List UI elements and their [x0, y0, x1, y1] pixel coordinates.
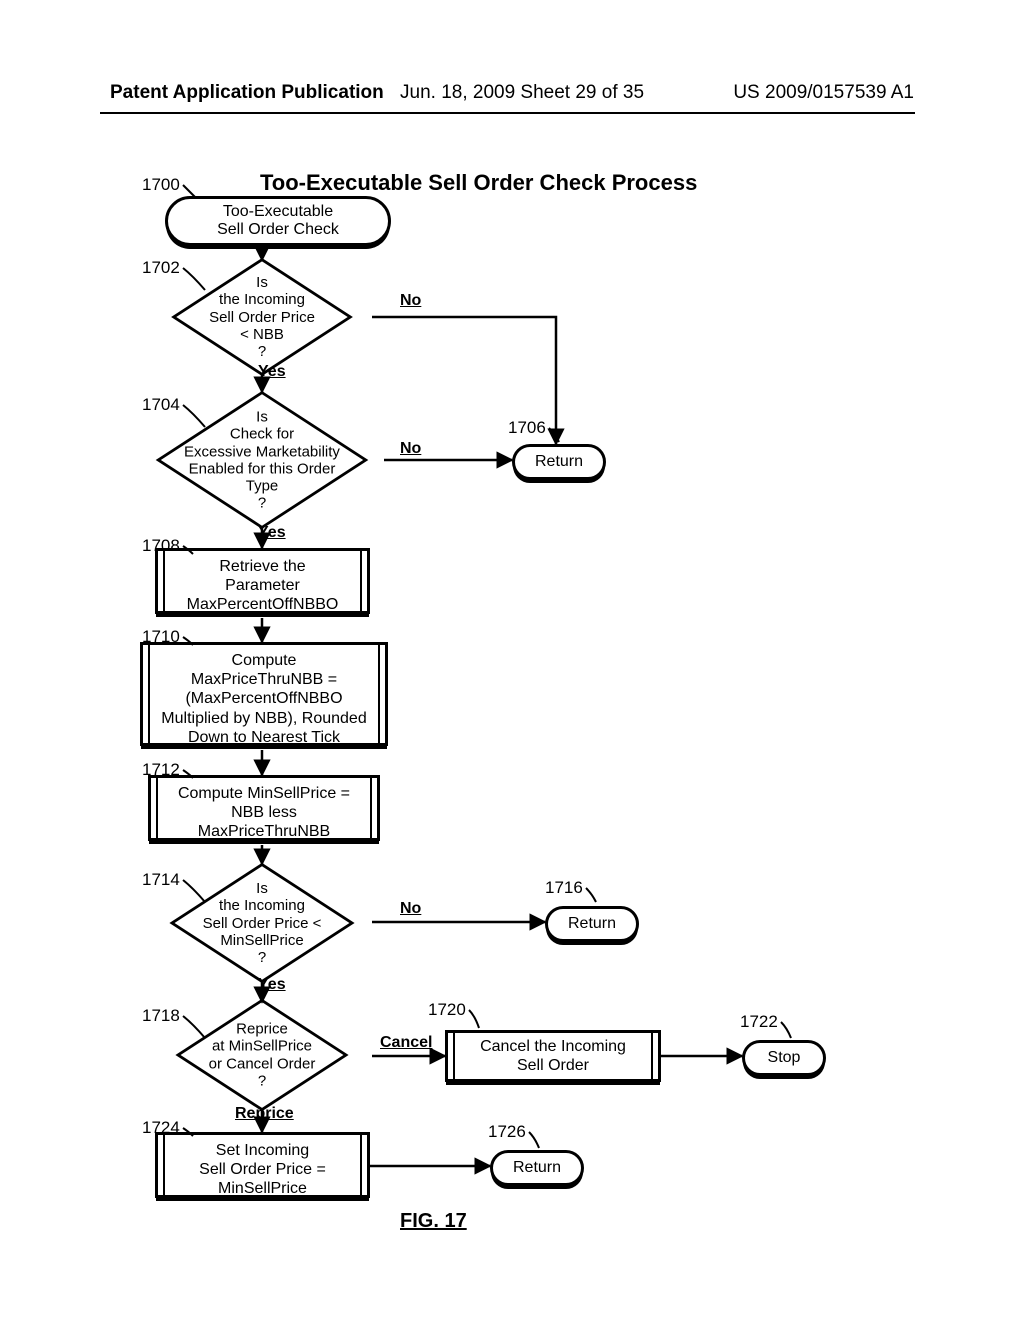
ref-1724: 1724	[142, 1118, 180, 1138]
terminator-1726: Return	[490, 1150, 584, 1186]
edge-1714-yes: Yes	[258, 976, 286, 994]
ref-1702: 1702	[142, 258, 180, 278]
edge-1704-yes: Yes	[258, 524, 286, 542]
terminator-1706: Return	[512, 444, 606, 480]
terminator-1716: Return	[545, 906, 639, 942]
process-1708-text: Retrieve the Parameter MaxPercentOffNBBO	[172, 557, 353, 615]
terminator-1706-text: Return	[535, 453, 583, 471]
figure-label: FIG. 17	[400, 1210, 467, 1233]
ref-1720: 1720	[428, 1000, 466, 1020]
edge-1718-reprice: Reprice	[235, 1105, 294, 1123]
process-1708: Retrieve the Parameter MaxPercentOffNBBO	[155, 548, 370, 614]
decision-1714-text: Is the Incoming Sell Order Price < MinSe…	[162, 880, 362, 966]
terminator-1726-text: Return	[513, 1159, 561, 1177]
ref-1704: 1704	[142, 395, 180, 415]
edge-1702-yes: Yes	[258, 363, 286, 381]
process-1710: Compute MaxPriceThruNBB = (MaxPercentOff…	[140, 642, 388, 746]
process-1712: Compute MinSellPrice = NBB less MaxPrice…	[148, 775, 380, 841]
ref-1722: 1722	[740, 1012, 778, 1032]
process-1710-text: Compute MaxPriceThruNBB = (MaxPercentOff…	[157, 651, 371, 747]
ref-1714: 1714	[142, 870, 180, 890]
terminator-1722-text: Stop	[768, 1049, 801, 1067]
process-1720: Cancel the Incoming Sell Order	[445, 1030, 661, 1082]
terminator-1716-text: Return	[568, 915, 616, 933]
process-1724-text: Set Incoming Sell Order Price = MinSellP…	[172, 1141, 353, 1199]
ref-1712: 1712	[142, 760, 180, 780]
decision-1702-text: Is the Incoming Sell Order Price < NBB ?	[162, 274, 362, 360]
terminator-start: Too-Executable Sell Order Check	[165, 196, 391, 246]
decision-1704-text: Is Check for Excessive Marketability Ena…	[162, 408, 362, 512]
process-1720-text: Cancel the Incoming Sell Order	[480, 1037, 626, 1075]
ref-1710: 1710	[142, 627, 180, 647]
ref-1708: 1708	[142, 536, 180, 556]
ref-1700: 1700	[142, 175, 180, 195]
process-1724: Set Incoming Sell Order Price = MinSellP…	[155, 1132, 370, 1198]
flowchart: Too-Executable Sell Order Check Process …	[0, 0, 1024, 1320]
process-1712-text: Compute MinSellPrice = NBB less MaxPrice…	[165, 784, 363, 842]
ref-1706: 1706	[508, 418, 546, 438]
ref-1726: 1726	[488, 1122, 526, 1142]
edge-1704-no: No	[400, 440, 421, 458]
edge-1718-cancel: Cancel	[380, 1034, 432, 1052]
decision-1718: Reprice at MinSellPrice or Cancel Order …	[150, 1000, 374, 1110]
decision-1702: Is the Incoming Sell Order Price < NBB ?	[150, 258, 374, 376]
terminator-start-text: Too-Executable Sell Order Check	[217, 203, 339, 240]
decision-1718-text: Reprice at MinSellPrice or Cancel Order …	[162, 1021, 362, 1090]
diagram-title: Too-Executable Sell Order Check Process	[260, 170, 697, 196]
edge-1714-no: No	[400, 900, 421, 918]
ref-1716: 1716	[545, 878, 583, 898]
page: Patent Application Publication Jun. 18, …	[0, 0, 1024, 1320]
edge-1702-no: No	[400, 292, 421, 310]
decision-1714: Is the Incoming Sell Order Price < MinSe…	[150, 862, 374, 984]
terminator-1722: Stop	[742, 1040, 826, 1076]
ref-1718: 1718	[142, 1006, 180, 1026]
